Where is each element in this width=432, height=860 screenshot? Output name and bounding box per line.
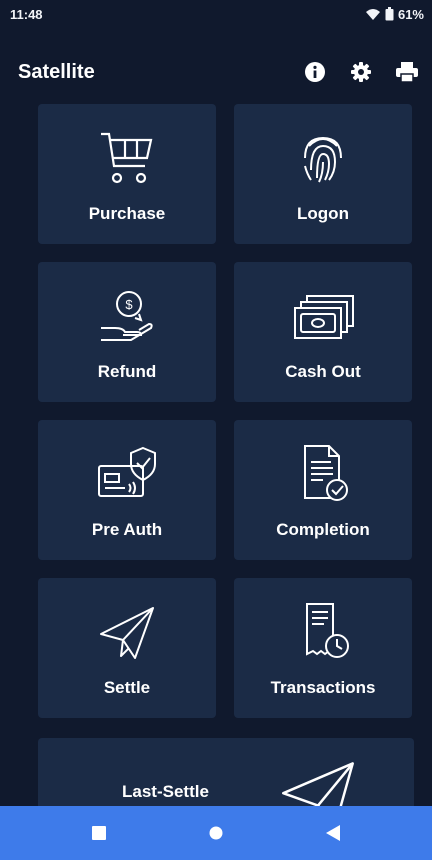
pre-auth-tile[interactable]: Pre Auth bbox=[38, 420, 216, 560]
logon-label: Logon bbox=[297, 204, 349, 223]
app-actions bbox=[302, 59, 420, 85]
recents-button[interactable] bbox=[87, 821, 111, 845]
pre-auth-label: Pre Auth bbox=[91, 520, 163, 539]
app-bar: Satellite bbox=[0, 50, 432, 94]
status-icons: 61% bbox=[365, 7, 424, 22]
status-time: 11:48 bbox=[10, 6, 43, 22]
transactions-tile[interactable]: Transactions bbox=[234, 578, 412, 718]
refund-label: Refund bbox=[97, 362, 157, 381]
transactions-label: Transactions bbox=[270, 678, 376, 697]
receipt-clock-icon bbox=[306, 603, 349, 658]
purchase-label: Purchase bbox=[88, 204, 166, 223]
settle-label: Settle bbox=[103, 678, 151, 697]
home-button[interactable] bbox=[204, 821, 228, 845]
purchase-tile[interactable]: Purchase bbox=[38, 104, 216, 244]
status-bar: 11:48 61% bbox=[0, 0, 432, 28]
logon-tile[interactable]: Logon bbox=[234, 104, 412, 244]
print-button[interactable] bbox=[394, 59, 420, 85]
cash-icon bbox=[294, 295, 354, 339]
info-icon bbox=[305, 62, 325, 82]
completion-tile[interactable]: Completion bbox=[234, 420, 412, 560]
completion-label: Completion bbox=[276, 520, 370, 539]
last-settle-label: Last-Settle bbox=[122, 782, 209, 801]
app-title: Satellite bbox=[18, 60, 95, 83]
recents-icon bbox=[91, 826, 106, 840]
settings-button[interactable] bbox=[348, 59, 374, 85]
back-icon bbox=[326, 825, 341, 841]
back-button[interactable] bbox=[321, 821, 345, 845]
fingerprint-icon bbox=[304, 136, 342, 183]
cash-out-tile[interactable]: Cash Out bbox=[234, 262, 412, 402]
cash-out-label: Cash Out bbox=[285, 362, 361, 381]
cart-icon bbox=[101, 132, 153, 184]
refund-tile[interactable]: $ Refund bbox=[38, 262, 216, 402]
info-button[interactable] bbox=[302, 59, 328, 85]
wifi-icon bbox=[365, 8, 380, 20]
battery-percent: 61% bbox=[397, 6, 424, 22]
home-icon bbox=[209, 826, 223, 840]
settings-icon bbox=[351, 62, 371, 82]
svg-text:$: $ bbox=[125, 297, 133, 312]
settle-tile[interactable]: Settle bbox=[38, 578, 216, 718]
document-check-icon bbox=[304, 445, 348, 501]
refund-icon: $ bbox=[101, 291, 153, 341]
print-icon bbox=[396, 62, 418, 83]
battery-icon bbox=[385, 7, 394, 21]
card-shield-icon bbox=[98, 446, 156, 497]
paper-plane-icon bbox=[100, 607, 154, 659]
system-nav-bar bbox=[0, 806, 432, 860]
